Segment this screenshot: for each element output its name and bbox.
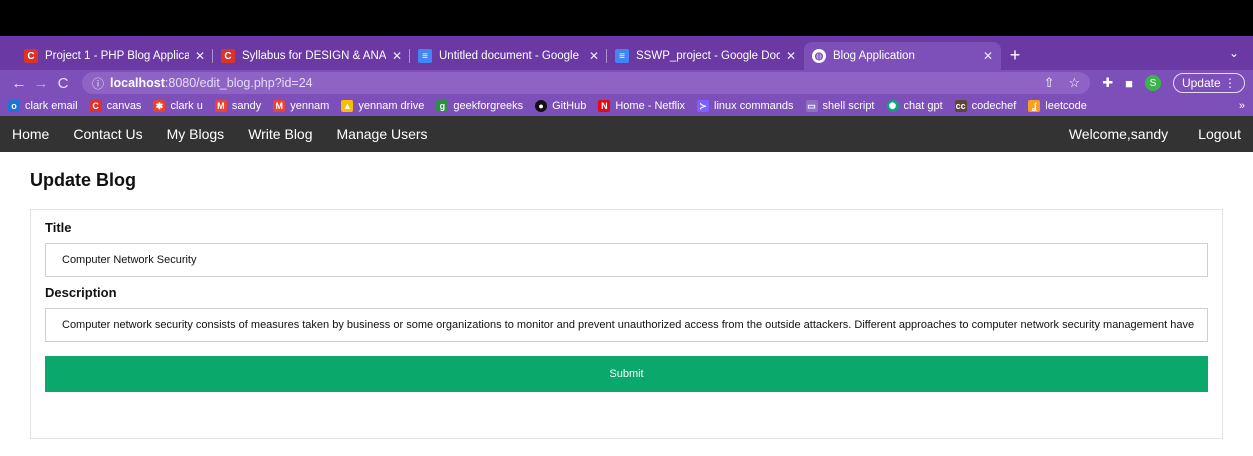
google-docs-favicon-icon: ≡ [615,49,629,63]
codechef-icon: cc [954,100,967,112]
bookmark-label: linux commands [714,100,794,112]
close-tab-icon[interactable]: ✕ [195,49,205,63]
clark-logo-icon: ✱ [153,100,166,112]
bookmark-star-icon[interactable]: ☆ [1069,75,1081,91]
bookmark-label: codechef [971,100,1017,112]
bookmark-label: yennam [290,100,330,112]
browser-toolbar: ← → C ⓘ localhost:8080/edit_blog.php?id=… [0,70,1253,96]
bookmark-item[interactable]: Myennam [273,100,329,112]
site-info-icon[interactable]: ⓘ [92,75,104,92]
site-navbar: Home Contact Us My Blogs Write Blog Mana… [0,116,1253,152]
browser-tab-project1[interactable]: C Project 1 - PHP Blog Applicatio ✕ [16,42,213,70]
browser-tab-strip: C Project 1 - PHP Blog Applicatio ✕ C Sy… [0,36,1253,70]
bookmark-label: Home - Netflix [615,100,686,112]
bookmark-item[interactable]: N Home - Netflix [598,100,685,112]
side-panel-icon[interactable]: ■ [1125,76,1133,91]
nav-link-write-blog[interactable]: Write Blog [248,126,312,142]
tab-title: SSWP_project - Google Docs [636,50,780,62]
globe-favicon-icon: ◍ [812,49,826,63]
bookmark-item[interactable]: ▭ shell script [805,100,875,112]
page-title: Update Blog [30,170,136,190]
bookmark-label: clark u [170,100,203,112]
browser-tab-syllabus[interactable]: C Syllabus for DESIGN & ANALYS ✕ [213,42,410,70]
address-bar[interactable]: ⓘ localhost:8080/edit_blog.php?id=24 ⇧ ☆ [82,72,1091,94]
nav-link-my-blogs[interactable]: My Blogs [167,126,225,142]
reload-icon[interactable]: C [52,75,74,92]
netflix-icon: N [598,100,611,112]
browser-tab-blog-application[interactable]: ◍ Blog Application ✕ [804,42,1001,70]
new-tab-plus-icon[interactable]: + [1001,42,1029,70]
nav-link-manage-users[interactable]: Manage Users [337,126,428,142]
linux-icon: ≻ [697,100,710,112]
bookmark-item[interactable]: Msandy [214,100,262,112]
bookmark-label: geekforgreeks [453,100,524,112]
bookmark-label: shell script [822,100,875,112]
bookmark-item[interactable]: Ccanvas [89,100,142,112]
tab-title: Untitled document - Google Do [439,50,583,62]
bookmark-label: sandy [231,100,262,112]
terminal-icon: ▭ [805,100,818,112]
geeksforgeeks-icon: g [436,100,449,112]
close-tab-icon[interactable]: ✕ [589,49,599,63]
submit-button[interactable]: Submit [45,356,1208,392]
screen-top-bar [0,0,1253,36]
description-label: Description [45,285,117,300]
github-icon: ● [535,100,548,112]
share-icon[interactable]: ⇧ [1044,75,1055,91]
title-label: Title [45,220,72,235]
profile-avatar[interactable]: S [1144,75,1161,91]
close-tab-icon[interactable]: ✕ [983,49,993,63]
canvas-icon: C [89,100,102,112]
bookmark-item[interactable]: cc codechef [954,100,1017,112]
description-input[interactable]: Computer network security consists of me… [45,308,1208,342]
bookmark-label: chat gpt [903,100,943,112]
url-path: :8080/edit_blog.php?id=24 [164,76,313,90]
bookmark-item[interactable]: o clark email [8,100,78,112]
tab-title: Project 1 - PHP Blog Applicatio [45,50,189,62]
bookmark-item[interactable]: ✺ chat gpt [886,100,943,112]
leetcode-icon: ʆ [1028,100,1041,112]
chatgpt-icon: ✺ [886,100,899,112]
browser-tab-untitled-doc[interactable]: ≡ Untitled document - Google Do ✕ [410,42,607,70]
browser-update-button[interactable]: Update ⋮ [1172,73,1245,93]
welcome-text: Welcome,sandy [1068,126,1169,142]
bookmarks-overflow-icon[interactable]: » [1239,100,1245,112]
bookmark-item[interactable]: ▲ yennam drive [341,100,424,112]
nav-link-home[interactable]: Home [12,126,49,142]
close-tab-icon[interactable]: ✕ [392,49,402,63]
google-drive-icon: ▲ [341,100,354,112]
bookmark-item[interactable]: ● GitHub [535,100,586,112]
bookmark-label: canvas [106,100,142,112]
main-content: Update Blog Title Computer Network Secur… [0,152,1253,439]
tab-title: Blog Application [833,50,915,62]
bookmark-item[interactable]: ʆ leetcode [1028,100,1087,112]
bookmark-label: leetcode [1045,100,1087,112]
update-label: Update [1181,76,1221,90]
bookmark-item[interactable]: g geekforgreeks [436,100,523,112]
bookmark-item[interactable]: ✱ clark u [153,100,203,112]
canvas-favicon-icon: C [221,49,235,63]
gmail-icon: M [273,100,286,112]
browser-tab-sswp-project[interactable]: ≡ SSWP_project - Google Docs ✕ [607,42,804,70]
title-input[interactable]: Computer Network Security [45,243,1208,277]
bookmark-label: clark email [25,100,78,112]
gmail-icon: M [214,100,227,112]
bookmarks-bar: o clark email Ccanvas ✱ clark u Msandy Mye… [0,96,1253,116]
nav-link-contact-us[interactable]: Contact Us [73,126,142,142]
canvas-favicon-icon: C [24,49,38,63]
bookmark-label: GitHub [552,100,587,112]
google-docs-favicon-icon: ≡ [418,49,432,63]
outlook-icon: o [8,100,20,112]
tab-title: Syllabus for DESIGN & ANALYS [242,50,386,62]
nav-link-logout[interactable]: Logout [1198,126,1241,142]
bookmark-label: yennam drive [358,100,425,112]
forward-arrow-icon[interactable]: → [30,75,52,92]
update-blog-form: Title Computer Network Security Descript… [30,209,1223,439]
tab-search-chevron-icon[interactable]: ⌄ [1229,46,1239,60]
close-tab-icon[interactable]: ✕ [786,49,796,63]
extensions-puzzle-icon[interactable]: ✚ [1102,75,1113,91]
bookmark-item[interactable]: ≻ linux commands [697,100,794,112]
url-host: localhost [110,76,165,90]
back-arrow-icon[interactable]: ← [8,75,30,92]
